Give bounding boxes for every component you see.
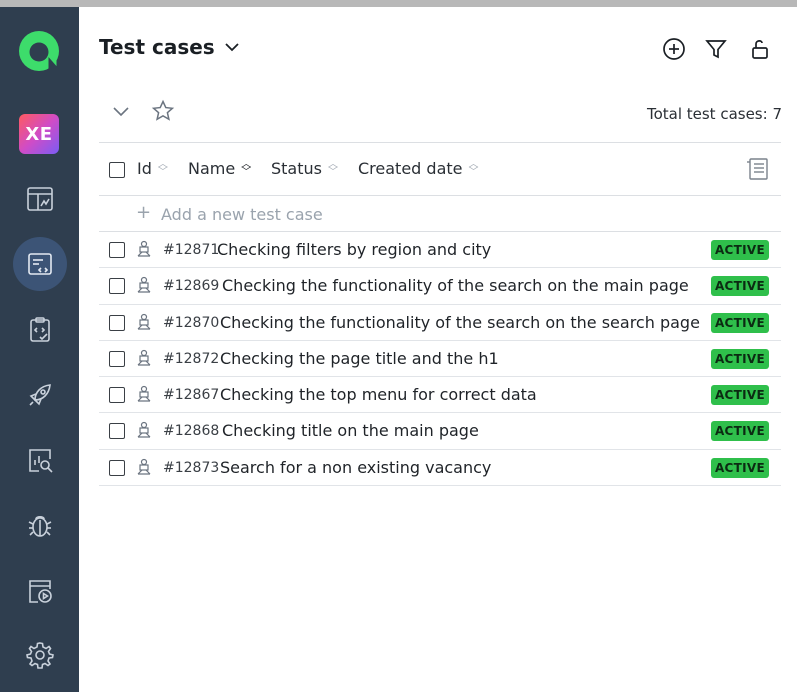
unlock-icon [752,40,768,59]
dashboard-icon [26,187,53,211]
row-id: #12867 [163,387,220,404]
sidebar-item-runs[interactable] [0,563,79,619]
row-id: #12869 [163,278,220,295]
page-title-dropdown[interactable]: Test cases [99,35,241,59]
manual-test-icon [137,386,151,402]
table-row[interactable]: #12872 Checking the page title and the h… [99,341,781,378]
sort-icon: ︿ ﹀ [327,158,338,178]
column-created-date[interactable]: Created date ︿ ﹀ [358,159,478,178]
row-name: Checking the functionality of the search… [220,312,700,332]
app-logo-icon[interactable] [17,29,61,73]
plus-circle-icon [663,38,685,60]
manual-test-icon [137,458,151,475]
row-checkbox[interactable] [109,387,125,404]
star-icon [151,99,175,121]
launches-icon [28,384,51,406]
row-name: Checking title on the main page [222,421,479,441]
add-test-case-label: Add a new test case [161,205,323,224]
test-cases-table: Id ︿ ﹀ Name ︿ ﹀ Status ︿ ﹀ Created date ︿ ﹀ … [99,142,781,487]
status-badge: ACTIVE [710,312,769,333]
row-checkbox[interactable] [109,350,125,367]
row-name: Search for a non existing vacancy [220,457,492,477]
row-checkbox[interactable] [109,242,125,258]
filter-button[interactable] [702,35,730,63]
row-checkbox[interactable] [109,423,125,440]
sidebar-item-defects[interactable] [0,497,79,553]
status-badge: ACTIVE [710,385,769,406]
row-name: Checking the page title and the h1 [220,348,499,368]
row-name: Checking the top menu for correct data [220,385,537,405]
status-badge: ACTIVE [710,421,769,442]
filter-icon [705,40,727,59]
row-id: #12868 [163,423,220,440]
column-status[interactable]: Status ︿ ﹀ [271,159,338,178]
chevron-down-icon [113,107,129,117]
manual-test-icon [137,313,151,330]
column-created-label: Created date [358,159,463,178]
table-row[interactable]: #12867 Checking the top menu for correct… [99,377,781,414]
window-top-border [0,0,797,7]
add-button[interactable] [660,35,688,63]
analytics-icon [28,449,53,473]
row-name: Checking filters by region and city [217,240,492,259]
table-header: Id ︿ ﹀ Name ︿ ﹀ Status ︿ ﹀ Created date ︿ ﹀ [99,142,781,196]
sidebar-item-dashboards[interactable] [0,171,79,227]
row-checkbox[interactable] [109,314,125,331]
collapse-button[interactable] [107,97,135,125]
row-id: #12871 [163,242,220,258]
lock-button[interactable] [746,35,774,63]
status-badge: ACTIVE [710,240,769,260]
sort-icon: ︿ ﹀ [468,158,479,178]
table-row[interactable]: #12868 Checking title on the main page A… [99,413,781,450]
plus-icon: + [136,202,152,223]
sidebar-item-launches[interactable] [0,367,79,423]
manual-test-icon [137,240,151,257]
sidebar-item-settings[interactable] [0,627,79,683]
settings-icon [25,642,54,669]
total-count: Total test cases: 7 [646,105,782,123]
table-row[interactable]: #12869 Checking the functionality of the… [99,268,781,305]
status-badge: ACTIVE [710,348,769,369]
column-name[interactable]: Name ︿ ﹀ [188,159,251,178]
column-status-label: Status [271,159,322,178]
sort-desc-icon: ︿ ﹀ [241,158,252,178]
select-all-checkbox[interactable] [109,162,125,178]
column-name-label: Name [188,159,236,178]
status-badge: ACTIVE [710,457,769,478]
column-id-label: Id [137,159,152,178]
sort-icon: ︿ ﹀ [157,158,168,178]
chevron-down-icon [225,43,239,52]
favorite-button[interactable] [149,97,177,125]
sidebar-item-analytics[interactable] [0,432,79,488]
column-settings-icon[interactable] [745,156,771,182]
row-id: #12870 [163,314,220,331]
add-test-case-row[interactable]: + Add a new test case [99,196,781,232]
manual-test-icon [137,349,151,366]
status-badge: ACTIVE [710,276,769,297]
row-id: #12873 [163,459,220,476]
row-id: #12872 [163,350,220,367]
project-avatar[interactable]: XE [19,114,59,154]
column-id[interactable]: Id ︿ ﹀ [137,159,168,178]
manual-test-icon [137,422,151,439]
sidebar: XE [0,7,79,692]
table-row[interactable]: #12873 Search for a non existing vacancy… [99,450,781,487]
main-content: Test cases Total test cases: 7 Id ︿ ﹀ Na… [79,7,797,692]
test-cases-icon [27,253,52,275]
test-plans-icon [29,317,50,342]
sidebar-item-test-plans[interactable] [0,302,79,358]
row-checkbox[interactable] [109,459,125,476]
page-title: Test cases [99,35,215,59]
row-checkbox[interactable] [109,278,125,295]
runs-icon [28,580,52,603]
sidebar-item-test-cases[interactable] [0,236,79,292]
defects-icon [28,515,51,537]
manual-test-icon [137,277,151,293]
table-row[interactable]: #12870 Checking the functionality of the… [99,305,781,341]
table-row[interactable]: #12871 Checking filters by region and ci… [99,232,781,269]
row-name: Checking the functionality of the search… [222,276,689,296]
